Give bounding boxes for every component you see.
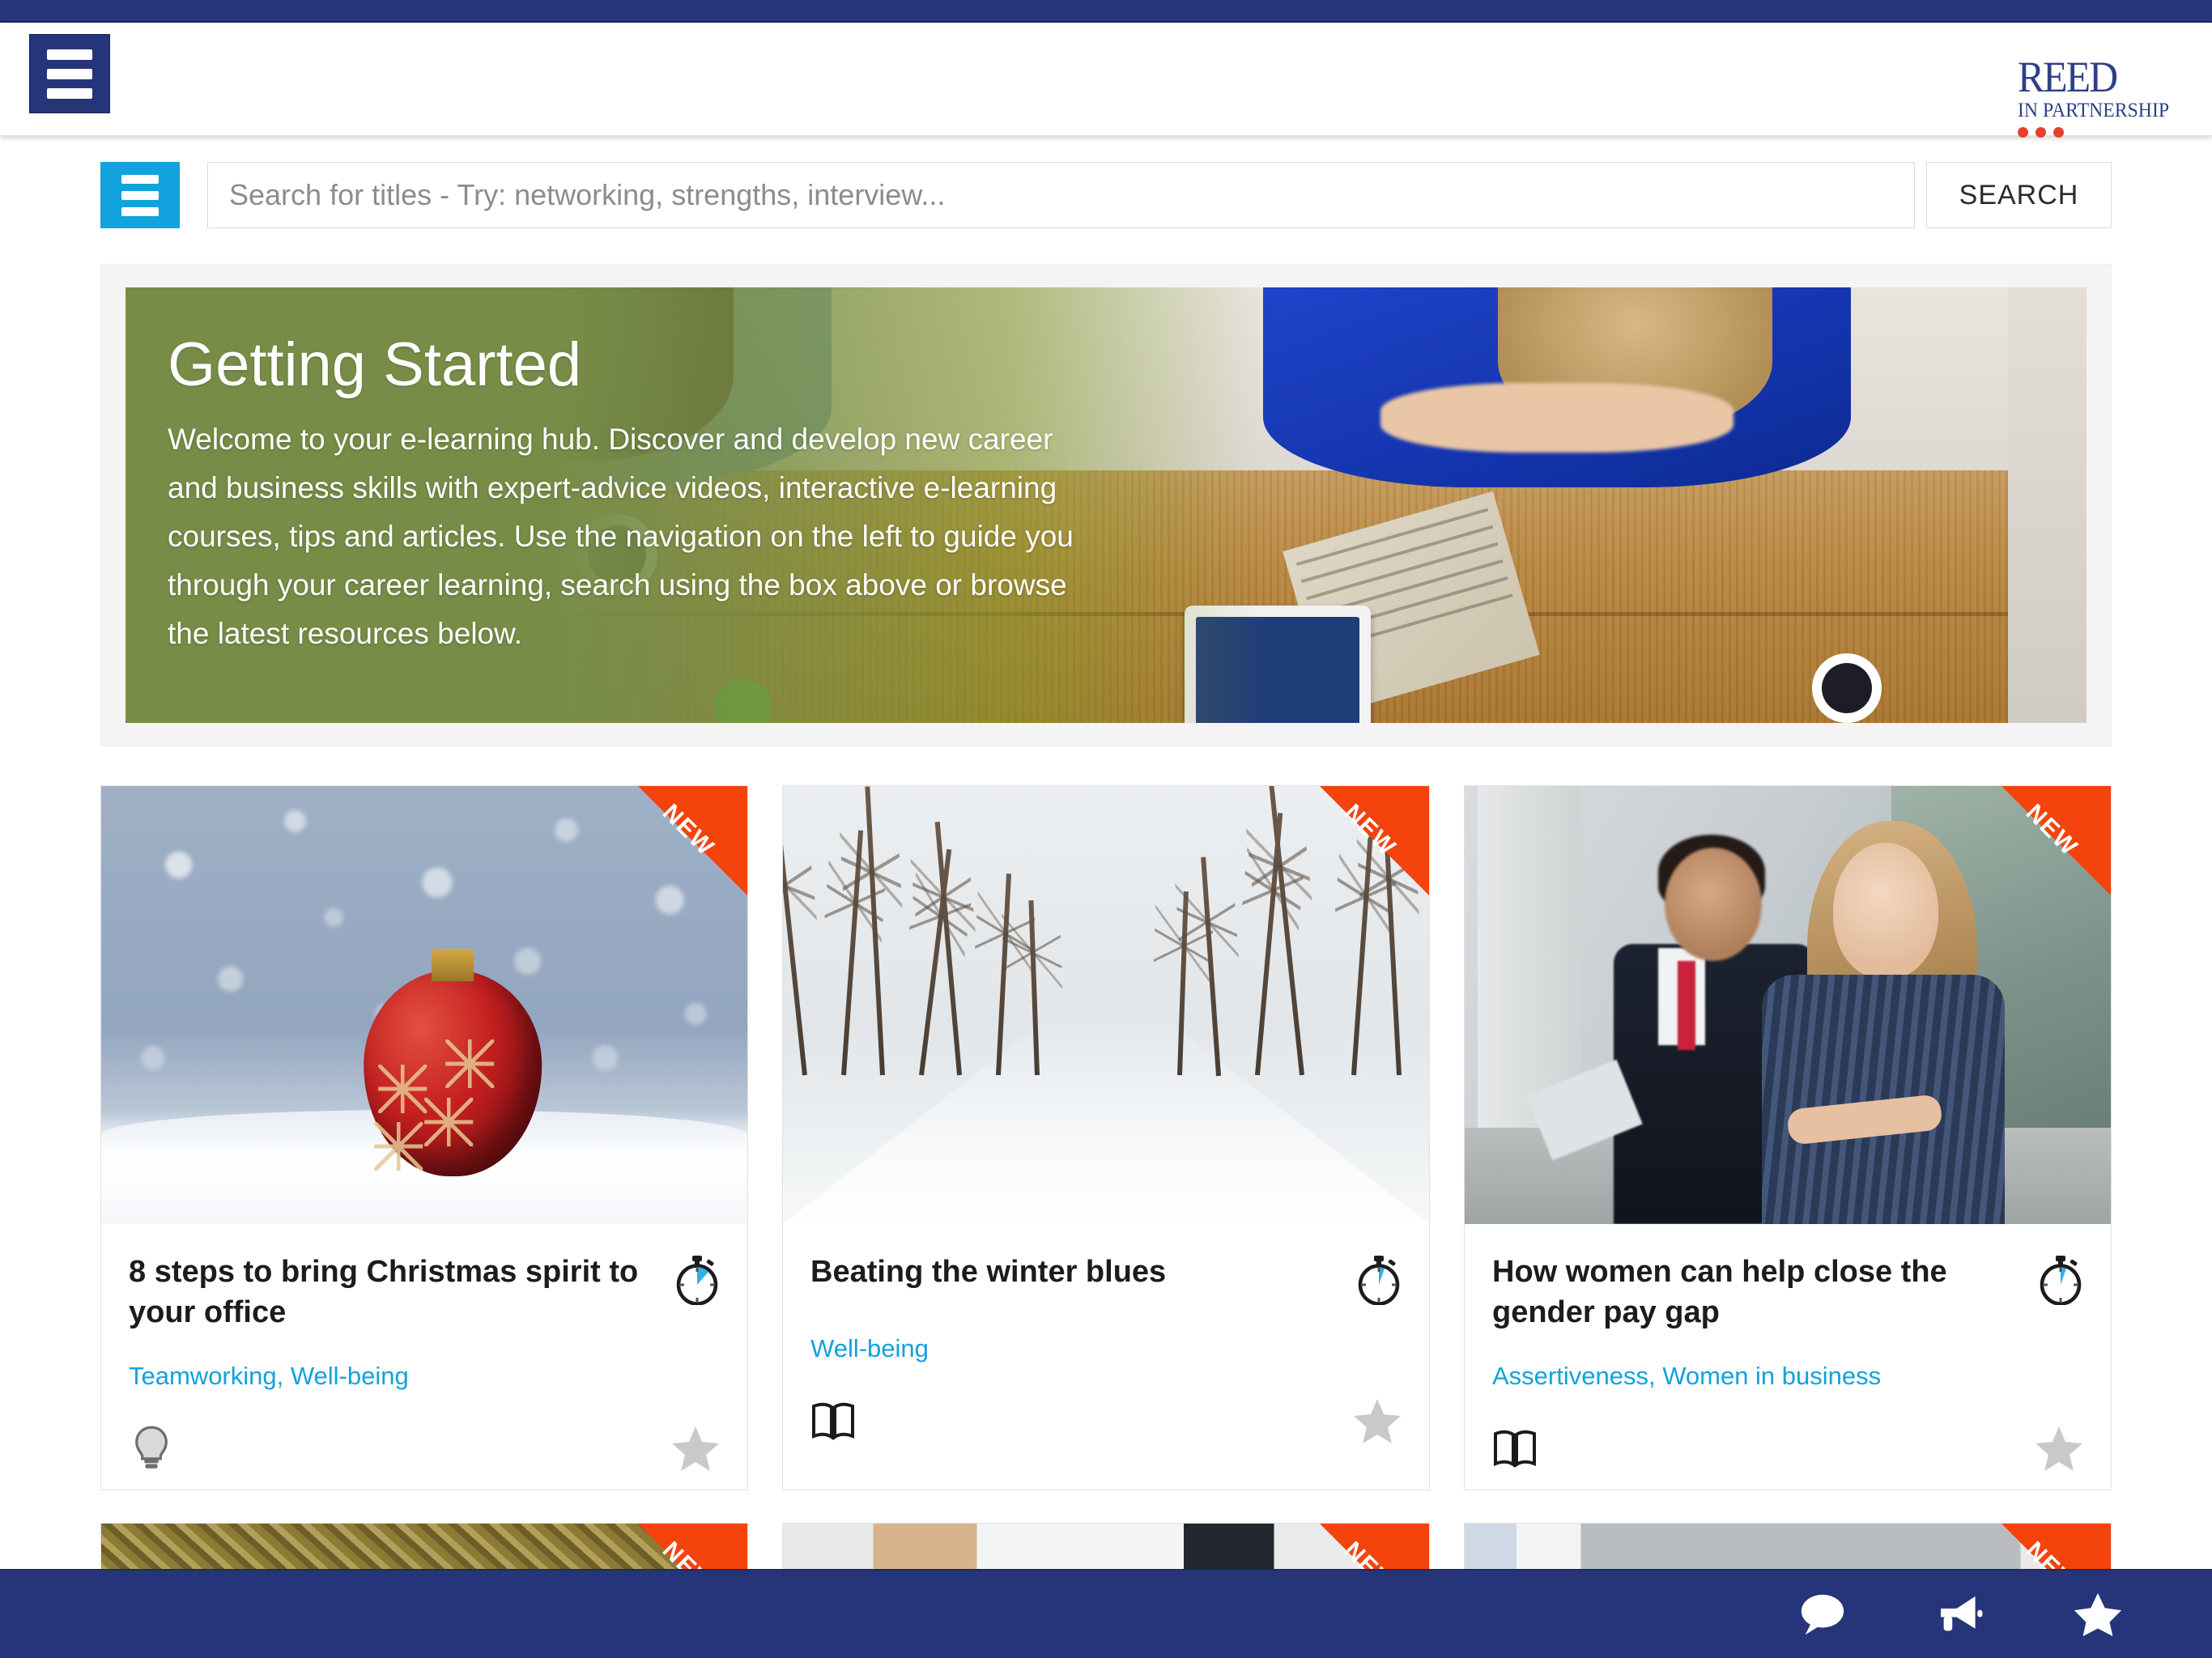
resource-card-grid: NEW 8 steps to bring Christmas spirit to… (100, 785, 2112, 1491)
logo-secondary-text: IN PARTNERSHIP (2018, 100, 2170, 121)
stopwatch-icon (1358, 1256, 1400, 1305)
hamburger-icon-bar (47, 49, 92, 60)
top-accent-bar (0, 0, 2212, 23)
main-menu-button[interactable] (29, 34, 110, 113)
card-footer (129, 1425, 720, 1472)
search-button[interactable]: SEARCH (1926, 162, 2112, 228)
book-icon (1494, 1431, 1536, 1469)
favourite-star-icon[interactable] (671, 1425, 720, 1472)
logo-dots-icon (2018, 127, 2180, 141)
hero-description: Welcome to your e-learning hub. Discover… (168, 422, 1074, 650)
resource-card[interactable]: NEW How women can help close the gender … (1464, 785, 2112, 1491)
favourite-star-icon[interactable] (1353, 1397, 1402, 1444)
favourite-star-icon[interactable] (2035, 1425, 2083, 1472)
resource-card[interactable]: NEW 8 steps to bring Christmas spirit to… (100, 785, 748, 1491)
stopwatch-icon (676, 1256, 718, 1305)
category-menu-button[interactable] (100, 162, 180, 228)
hamburger-icon-bar (47, 87, 92, 99)
card-footer (810, 1397, 1402, 1444)
hamburger-icon-bar (121, 190, 159, 200)
card-title: 8 steps to bring Christmas spirit to you… (129, 1255, 639, 1330)
megaphone-icon[interactable] (1935, 1589, 1985, 1639)
hamburger-icon-bar (121, 206, 159, 216)
card-body: 8 steps to bring Christmas spirit to you… (101, 1224, 747, 1490)
card-thumbnail: NEW (783, 786, 1429, 1224)
logo-primary-text: REED (2018, 53, 2118, 101)
lightbulb-icon (135, 1426, 168, 1469)
card-footer (1492, 1425, 2083, 1472)
card-thumbnail: NEW (1465, 786, 2111, 1224)
card-title: How women can help close the gender pay … (1492, 1255, 1947, 1330)
brand-logo[interactable]: REED IN PARTNERSHIP (2018, 55, 2180, 141)
hero-text-block: Getting Started Welcome to your e-learni… (125, 287, 1081, 657)
card-body: Beating the winter blues Well-being (783, 1224, 1429, 1490)
new-badge-ribbon (1320, 786, 1429, 895)
card-tags[interactable]: Well-being (810, 1334, 1402, 1363)
search-input[interactable] (207, 162, 1915, 228)
hero-title: Getting Started (168, 330, 582, 399)
hero-panel: Getting Started Welcome to your e-learni… (100, 264, 2112, 746)
favourites-star-icon[interactable] (2073, 1589, 2123, 1639)
new-badge-ribbon (638, 786, 747, 895)
hero-banner: Getting Started Welcome to your e-learni… (125, 287, 2087, 723)
resource-card[interactable]: NEW Beating the winter blues Well-being (782, 785, 1430, 1491)
new-badge-ribbon (2001, 786, 2111, 895)
site-header: REED IN PARTNERSHIP (0, 23, 2212, 138)
card-title: Beating the winter blues (810, 1255, 1167, 1289)
hamburger-icon-bar (47, 68, 92, 79)
card-thumbnail: NEW (101, 786, 747, 1224)
bottom-toolbar (0, 1569, 2212, 1658)
chat-icon[interactable] (1797, 1589, 1848, 1639)
stopwatch-icon (2040, 1256, 2082, 1305)
search-bar: SEARCH (100, 162, 2112, 228)
card-tags[interactable]: Assertiveness, Women in business (1492, 1362, 2083, 1391)
hamburger-icon-bar (121, 174, 159, 184)
book-icon (812, 1402, 854, 1440)
card-body: How women can help close the gender pay … (1465, 1224, 2111, 1490)
card-tags[interactable]: Teamworking, Well-being (129, 1362, 720, 1391)
